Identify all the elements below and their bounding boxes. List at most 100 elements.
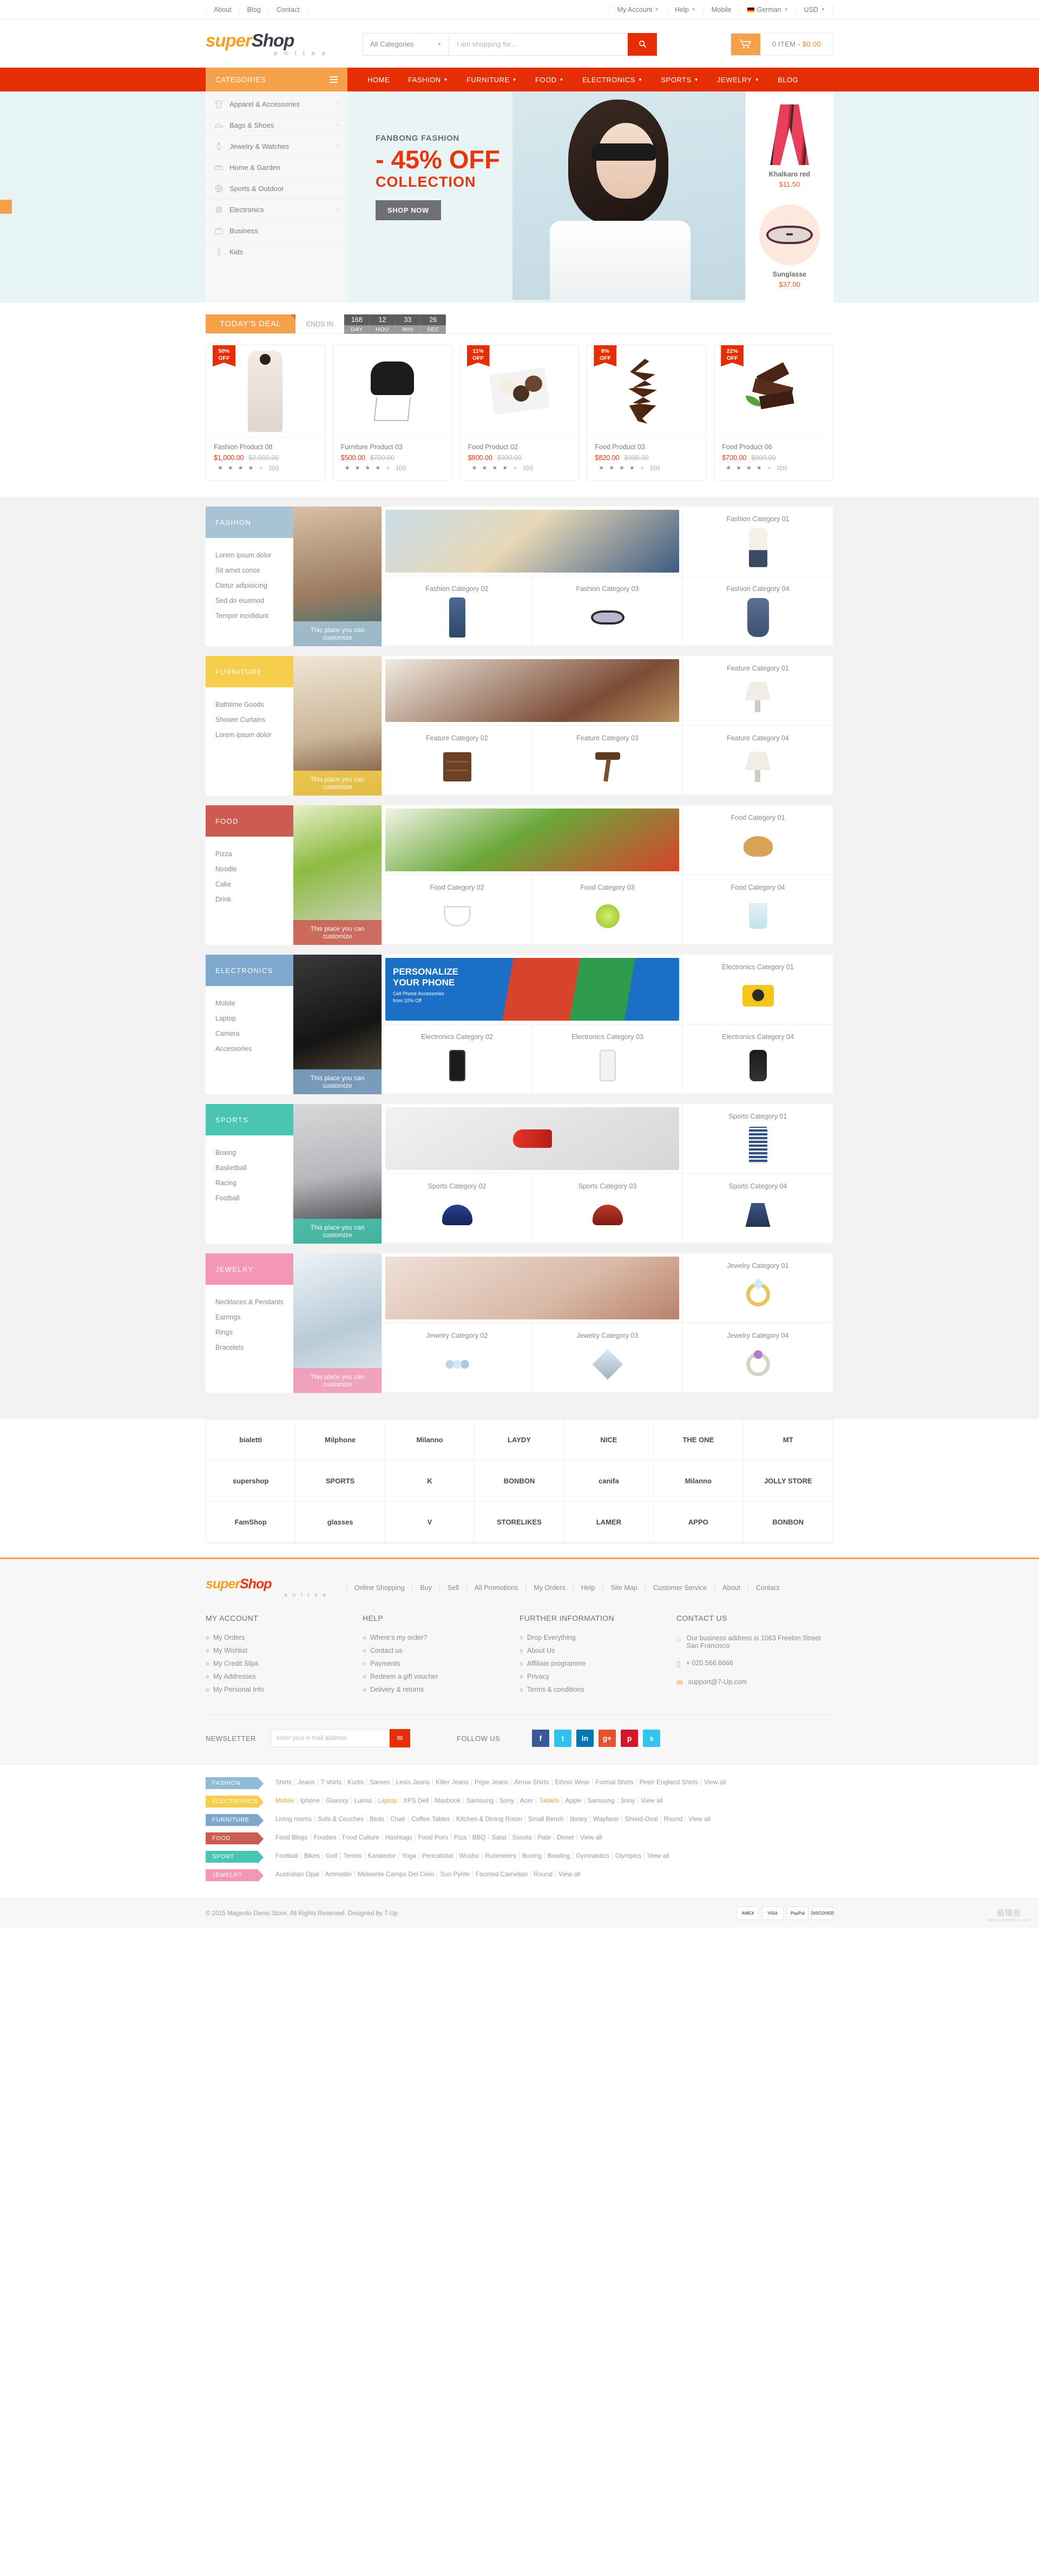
footer-top-link[interactable]: All Promotions: [466, 1583, 526, 1592]
nav-item-home[interactable]: HOME: [358, 68, 399, 91]
tag-link[interactable]: Kitchen & Dining Room: [453, 1815, 525, 1823]
category-cell[interactable]: Sports Category 01: [683, 1104, 833, 1174]
category-link[interactable]: Sit amet conse: [215, 563, 284, 578]
footer-link[interactable]: Contact us: [363, 1644, 520, 1657]
category-link[interactable]: Mobile: [215, 996, 284, 1011]
category-link[interactable]: Boxing: [215, 1145, 284, 1160]
brand-logo[interactable]: V: [385, 1502, 475, 1543]
tag-link[interactable]: Hashtags: [382, 1834, 416, 1841]
category-cell[interactable]: Fashion Category 02: [382, 576, 532, 646]
tag-link[interactable]: Coffee Tables: [409, 1815, 453, 1823]
category-link[interactable]: Necklaces & Pendants: [215, 1294, 284, 1310]
brand-logo[interactable]: NICE: [564, 1420, 654, 1461]
category-link[interactable]: Camera: [215, 1026, 284, 1041]
shop-now-button[interactable]: SHOP NOW: [376, 200, 441, 221]
product-name[interactable]: Food Product 02: [468, 443, 571, 451]
nav-item-food[interactable]: FOOD ▼: [526, 68, 573, 91]
tag-link[interactable]: Food Porn: [415, 1834, 451, 1841]
red-soccer-shoe-image[interactable]: [382, 1104, 683, 1174]
brand-logo[interactable]: JOLLY STORE: [743, 1461, 833, 1502]
sidebar-category-home-garden[interactable]: Home & Garden: [206, 157, 347, 178]
tag-link[interactable]: Shirts: [273, 1778, 295, 1786]
footer-top-link[interactable]: About: [714, 1583, 748, 1592]
footer-link[interactable]: Redeem a gift voucher: [363, 1670, 520, 1683]
nav-item-blog[interactable]: BLOG: [768, 68, 807, 91]
category-feature-image[interactable]: This place you can customize: [293, 507, 382, 646]
tag-link[interactable]: Mobile: [273, 1797, 298, 1804]
brand-logo[interactable]: MT: [743, 1420, 833, 1461]
footer-link[interactable]: Payments: [363, 1657, 520, 1670]
contact-email[interactable]: support@7-Up.com: [688, 1678, 747, 1686]
tag-link[interactable]: BBQ: [469, 1834, 489, 1841]
footer-link[interactable]: My Wishlist: [206, 1644, 363, 1657]
category-cell[interactable]: Sports Category 02: [382, 1174, 532, 1244]
footer-link[interactable]: Terms & conditions: [520, 1683, 676, 1696]
tag-link[interactable]: Iphone: [297, 1797, 323, 1804]
contact-phone[interactable]: + 020.566.6666: [686, 1659, 733, 1667]
brand-logo[interactable]: Milanno: [654, 1461, 744, 1502]
nav-item-electronics[interactable]: ELECTRONICS ▼: [573, 68, 652, 91]
tag-link[interactable]: Pencatsilat: [419, 1852, 457, 1859]
topbar-language-selector[interactable]: German ▼: [740, 5, 797, 14]
topbar-link-blog[interactable]: Blog: [240, 5, 269, 14]
newsletter-input[interactable]: enter your e-mail address: [271, 1729, 390, 1747]
side-tab-handle[interactable]: [0, 200, 12, 214]
sidebar-category-jewelry-watches[interactable]: Jewelry & Watches ›: [206, 136, 347, 157]
cart-widget[interactable]: 0 ITEM - $0.00: [730, 32, 833, 56]
category-cell[interactable]: Fashion Category 01: [683, 507, 833, 576]
footer-link[interactable]: My Credit Slips: [206, 1657, 363, 1670]
brand-logo[interactable]: THE ONE: [654, 1420, 744, 1461]
cart-icon-box[interactable]: [731, 33, 760, 55]
category-link[interactable]: Noodle: [215, 862, 284, 877]
category-link[interactable]: Drink: [215, 892, 284, 907]
category-link[interactable]: Shower Curtains: [215, 712, 284, 727]
tag-link[interactable]: Kurtis: [345, 1778, 367, 1786]
category-link[interactable]: Bathtime Goods: [215, 697, 284, 712]
brand-logo[interactable]: APPO: [654, 1502, 744, 1543]
sidebar-category-kids[interactable]: Kids: [206, 241, 347, 262]
category-cell[interactable]: Electronics Category 03: [532, 1024, 683, 1094]
categories-toggle-button[interactable]: CATEGORIES: [206, 68, 347, 91]
tag-link[interactable]: Yoga: [399, 1852, 419, 1859]
product-card[interactable]: 22% OFF Food Product 06 $700.00 $900.00 ★ ★ ★ ★ ★…: [714, 345, 833, 481]
product-name[interactable]: Furniture Product 03: [341, 443, 444, 451]
tag-link[interactable]: View all: [701, 1778, 728, 1786]
tag-link[interactable]: Sun Pyrite: [437, 1870, 473, 1878]
tag-link[interactable]: View all: [638, 1797, 665, 1804]
brand-logo[interactable]: glasses: [295, 1502, 385, 1543]
category-cell[interactable]: Feature Category 03: [532, 726, 683, 796]
category-cell[interactable]: Electronics Category 04: [683, 1024, 833, 1094]
nav-item-sports[interactable]: SPORTS ▼: [652, 68, 708, 91]
tag-link[interactable]: View all: [556, 1870, 583, 1878]
footer-link[interactable]: My Orders: [206, 1631, 363, 1644]
tag-link[interactable]: Levis Jeans: [393, 1778, 433, 1786]
tag-link[interactable]: Sarees: [367, 1778, 393, 1786]
brand-logo[interactable]: STORELIKES: [475, 1502, 564, 1543]
tag-link[interactable]: Shield-Oval: [622, 1815, 661, 1823]
footer-link[interactable]: Where's my order?: [363, 1631, 520, 1644]
tag-link[interactable]: Small Bench: [525, 1815, 568, 1823]
category-link[interactable]: Bracelets: [215, 1340, 284, 1355]
brand-logo[interactable]: bialetti: [206, 1420, 296, 1461]
category-link[interactable]: Cake: [215, 877, 284, 892]
tag-link[interactable]: Samsung: [584, 1797, 618, 1804]
category-cell[interactable]: Jewelry Category 03: [532, 1323, 683, 1393]
category-cell[interactable]: Feature Category 04: [683, 726, 833, 796]
tag-link[interactable]: Bikes: [301, 1852, 323, 1859]
brand-logo[interactable]: K: [385, 1461, 475, 1502]
couple-selfie-image[interactable]: [382, 507, 683, 576]
category-cell[interactable]: Jewelry Category 04: [683, 1323, 833, 1393]
category-link[interactable]: Ctetur adipisicing: [215, 578, 284, 593]
tag-link[interactable]: Socola: [509, 1834, 535, 1841]
side-product-scarf[interactable]: Khalkaro red $11.50: [750, 97, 829, 197]
category-feature-image[interactable]: This place you can customize: [293, 955, 382, 1094]
tag-link[interactable]: Pate: [535, 1834, 554, 1841]
category-cell[interactable]: Sports Category 04: [683, 1174, 833, 1244]
sidebar-category-business[interactable]: Business: [206, 220, 347, 241]
twitter-icon[interactable]: t: [554, 1730, 571, 1747]
sidebar-category-apparel-accessories[interactable]: Apparel & Accessories ›: [206, 94, 347, 115]
category-link[interactable]: Tempor incididunt: [215, 608, 284, 623]
nav-item-jewelry[interactable]: JEWELRY ▼: [708, 68, 768, 91]
category-cell[interactable]: Food Category 02: [382, 875, 532, 945]
brand-logo[interactable]: BONBON: [475, 1461, 564, 1502]
